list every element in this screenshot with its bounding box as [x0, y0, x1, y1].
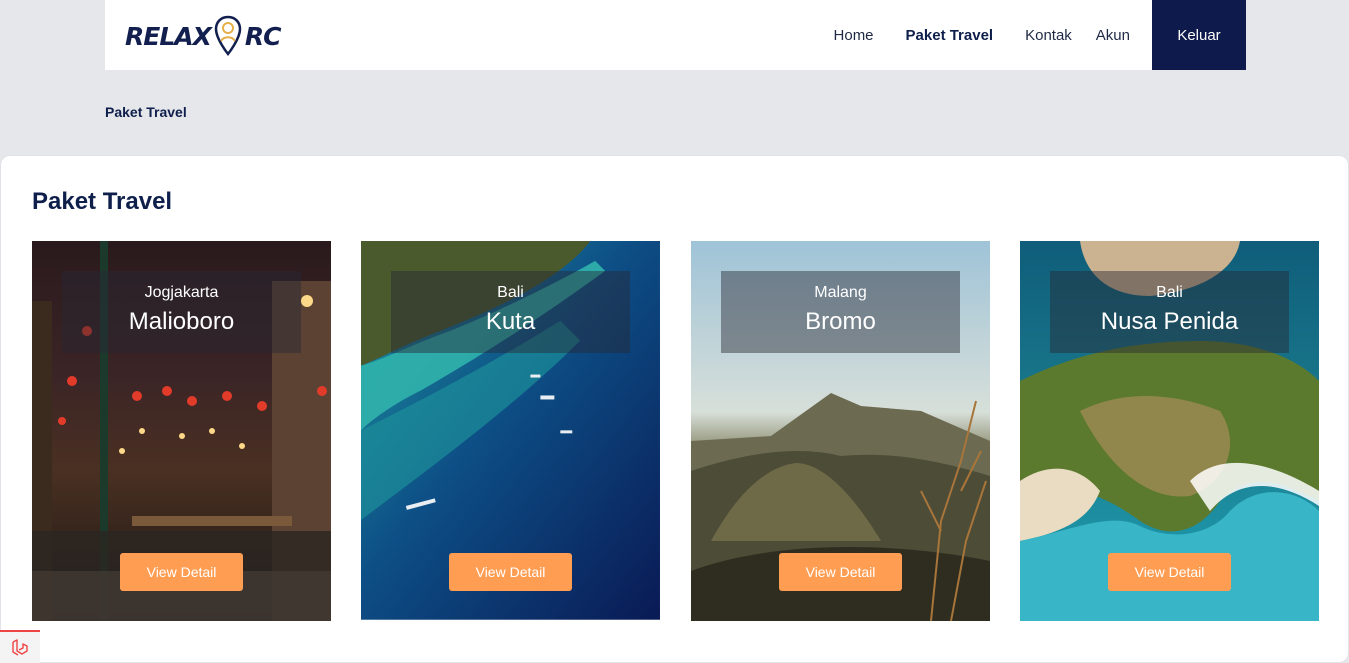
package-label: Malang Bromo [721, 271, 960, 353]
view-detail-button[interactable]: View Detail [1108, 553, 1231, 591]
package-name: Malioboro [128, 308, 235, 335]
package-name: Bromo [805, 308, 876, 335]
laravel-icon [12, 638, 28, 656]
package-name: Kuta [485, 308, 536, 335]
nav-paket-travel[interactable]: Paket Travel [906, 27, 994, 44]
breadcrumb: Paket Travel [105, 104, 187, 120]
package-name: Nusa Penida [1100, 308, 1239, 335]
package-label: Bali Nusa Penida [1050, 271, 1289, 353]
laravel-debugbar-toggle[interactable] [0, 630, 40, 663]
package-region: Bali [1156, 284, 1183, 301]
package-region: Bali [497, 284, 524, 301]
location-pin-icon [214, 15, 242, 57]
logo-text-left: RELAX [125, 21, 212, 51]
nav-kontak[interactable]: Kontak [1025, 27, 1072, 44]
package-card-kuta[interactable]: Bali Kuta View Detail [361, 241, 660, 621]
nav-akun[interactable]: Akun [1096, 27, 1130, 44]
view-detail-button[interactable]: View Detail [120, 553, 243, 591]
nav-home[interactable]: Home [834, 27, 874, 44]
brand-logo[interactable]: RELAX RC [125, 14, 281, 58]
package-label: Jogjakarta Malioboro [62, 271, 301, 353]
package-card-bromo[interactable]: Malang Bromo View Detail [691, 241, 990, 621]
package-card-nusa-penida[interactable]: Bali Nusa Penida View Detail [1020, 241, 1319, 621]
nav-links: Home Paket Travel Kontak Akun Keluar [834, 0, 1246, 70]
package-card-malioboro[interactable]: Jogjakarta Malioboro View Detail [32, 241, 331, 621]
package-region: Jogjakarta [144, 284, 219, 301]
view-detail-button[interactable]: View Detail [779, 553, 902, 591]
main-content-card: Paket Travel Jogjakarta Malioboro View D… [0, 155, 1349, 663]
logo-text-right: RC [244, 21, 282, 51]
top-navbar: RELAX RC Home Paket Travel Kontak Akun K… [105, 0, 1246, 70]
view-detail-button[interactable]: View Detail [449, 553, 572, 591]
package-region: Malang [814, 284, 867, 301]
page-title: Paket Travel [32, 188, 173, 215]
logout-button[interactable]: Keluar [1152, 0, 1246, 70]
package-label: Bali Kuta [391, 271, 630, 353]
